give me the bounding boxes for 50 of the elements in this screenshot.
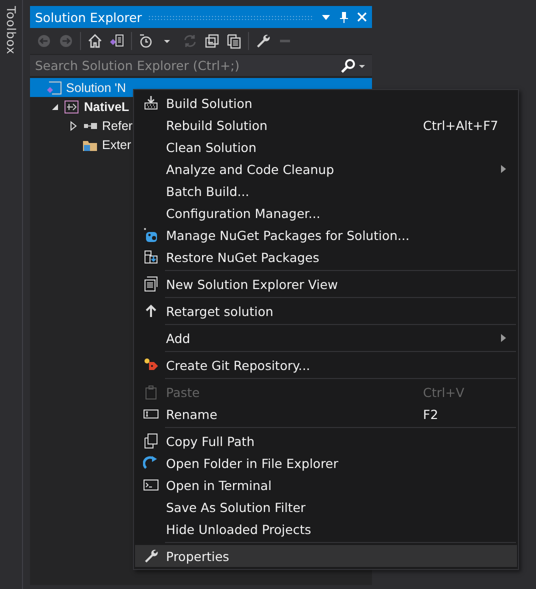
menu-item[interactable]: Manage NuGet Packages for Solution... — [135, 224, 517, 246]
search-icon[interactable] — [340, 58, 356, 74]
new-view-icon — [142, 276, 158, 292]
git-tag-icon — [142, 357, 158, 373]
tree-item-label[interactable]: Exter — [102, 138, 132, 152]
paste-icon — [142, 384, 158, 400]
submenu-arrow-icon — [501, 334, 506, 342]
menu-item[interactable]: Properties — [135, 545, 517, 567]
menu-item[interactable]: Open Folder in File Explorer — [135, 452, 517, 474]
pin-icon[interactable] — [338, 11, 350, 23]
wrench-icon[interactable] — [255, 33, 271, 49]
menu-item[interactable]: Restore NuGet Packages — [135, 246, 517, 268]
menu-item[interactable]: Copy Full Path — [135, 430, 517, 452]
document-switch-icon[interactable] — [109, 33, 125, 49]
menu-item[interactable]: Add — [135, 327, 517, 349]
copy-view-icon[interactable] — [226, 33, 242, 49]
expanded-arrow-icon[interactable] — [50, 102, 60, 112]
toolbox-tab[interactable]: Toolbox — [4, 6, 18, 54]
menu-item[interactable]: Rebuild Solution Ctrl+Alt+F7 — [135, 114, 517, 136]
menu-item[interactable]: Clean Solution — [135, 136, 517, 158]
copy-icon — [142, 433, 158, 449]
collapse-icon[interactable] — [204, 33, 220, 49]
search-field[interactable]: Search Solution Explorer (Ctrl+;) — [30, 55, 372, 76]
window-title: Solution Explorer — [35, 10, 142, 24]
menu-item[interactable]: Save As Solution Filter — [135, 496, 517, 518]
package-icon — [142, 227, 158, 243]
menu-item[interactable]: Analyze and Code Cleanup — [135, 158, 517, 180]
home-icon[interactable] — [87, 33, 103, 49]
clock-icon[interactable] — [138, 33, 154, 49]
menu-item[interactable]: Hide Unloaded Projects — [135, 518, 517, 540]
collapsed-arrow-icon[interactable] — [68, 120, 78, 130]
close-icon[interactable] — [356, 11, 368, 23]
menu-item[interactable]: Retarget solution — [135, 300, 517, 322]
submenu-arrow-icon — [501, 165, 506, 173]
restore-package-icon — [142, 249, 158, 265]
menu-item[interactable]: New Solution Explorer View — [135, 273, 517, 295]
menu-item[interactable]: Open in Terminal — [135, 474, 517, 496]
build-icon — [142, 95, 158, 111]
tree-item-label[interactable]: NativeL — [84, 100, 130, 114]
tree-item-label[interactable]: Refer — [102, 118, 133, 132]
solution-icon — [46, 80, 62, 94]
tree-item-label[interactable]: Solution 'N — [66, 80, 126, 94]
menu-item[interactable]: Batch Build... — [135, 180, 517, 202]
menu-item[interactable]: Rename F2 — [135, 403, 517, 425]
menu-item[interactable]: Create Git Repository... — [135, 354, 517, 376]
terminal-icon — [142, 477, 158, 493]
project-icon — [64, 100, 80, 114]
refresh-arrow-icon — [142, 455, 158, 471]
wrench-icon — [142, 548, 158, 564]
menu-item[interactable]: Configuration Manager... — [135, 202, 517, 224]
